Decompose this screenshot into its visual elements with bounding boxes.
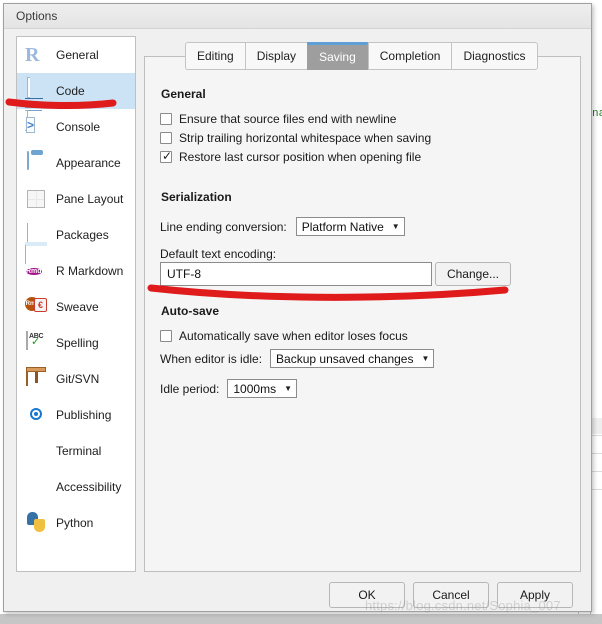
change-encoding-button[interactable]: Change... — [435, 262, 511, 286]
sidebar-item-label: R Markdown — [56, 264, 124, 278]
checkbox-row-autosave-focus[interactable]: Automatically save when editor loses foc… — [160, 329, 408, 343]
strip-whitespace-label: Strip trailing horizontal whitespace whe… — [179, 131, 432, 145]
sidebar-item-label: Publishing — [56, 408, 112, 422]
idle-action-value: Backup unsaved changes — [276, 351, 414, 366]
sidebar-item-label: Appearance — [56, 156, 121, 170]
sidebar-item-label: Python — [56, 516, 94, 530]
tab-diagnostics[interactable]: Diagnostics — [451, 42, 538, 70]
sidebar-item-spelling[interactable]: ABC ✓ Spelling — [17, 325, 135, 361]
sidebar-item-r-markdown[interactable]: Rmd R Markdown — [17, 253, 135, 289]
saving-settings-panel: General Ensure that source files end wit… — [144, 56, 581, 572]
checkbox-row-restore-cursor[interactable]: Restore last cursor position when openin… — [160, 149, 422, 164]
sidebar-item-label: Git/SVN — [56, 372, 100, 386]
sidebar-item-pane-layout[interactable]: Pane Layout — [17, 181, 135, 217]
watermark-text: https://blog.csdn.net/Sophia_007 — [365, 598, 561, 613]
console-prompt-icon: > — [26, 117, 36, 133]
sidebar-item-git-svn[interactable]: Git/SVN — [17, 361, 135, 397]
strip-whitespace-checkbox[interactable] — [160, 132, 172, 144]
chevron-down-icon: ▼ — [284, 384, 292, 393]
sweave-pdf-icon: Rnw € — [25, 296, 47, 318]
package-box-icon — [25, 223, 47, 264]
paint-bucket-icon — [25, 151, 47, 174]
idle-action-dropdown[interactable]: Backup unsaved changes ▼ — [270, 349, 435, 368]
sidebar-item-label: Sweave — [56, 300, 99, 314]
ensure-newline-checkbox[interactable] — [160, 113, 172, 125]
line-ending-value: Platform Native — [301, 219, 384, 234]
sidebar-item-python[interactable]: Python — [17, 505, 135, 541]
tab-completion[interactable]: Completion — [367, 42, 452, 70]
dialog-titlebar — [4, 4, 591, 29]
chevron-down-icon: ▼ — [391, 222, 400, 231]
sidebar-item-label: Spelling — [56, 336, 99, 350]
encoding-label: Default text encoding: — [160, 247, 277, 261]
sidebar-item-general[interactable]: R General — [17, 37, 135, 73]
code-document-icon — [25, 77, 47, 131]
sidebar-item-label: Terminal — [56, 444, 102, 458]
tab-editing[interactable]: Editing — [185, 42, 245, 70]
restore-cursor-label: Restore last cursor position when openin… — [179, 150, 422, 164]
background-list-rows — [592, 418, 602, 538]
idle-period-row: Idle period: 1000ms ▼ — [160, 379, 297, 398]
sidebar-item-appearance[interactable]: Appearance — [17, 145, 135, 181]
sidebar-item-packages[interactable]: Packages — [17, 217, 135, 264]
dialog-title: Options — [16, 9, 58, 23]
line-ending-row: Line ending conversion: Platform Native … — [160, 217, 405, 236]
sidebar-item-label: General — [56, 48, 99, 62]
section-heading-serialization: Serialization — [161, 190, 232, 204]
spellcheck-icon: ABC ✓ — [25, 331, 47, 354]
r-logo-icon: R — [25, 44, 40, 66]
tab-saving[interactable]: Saving — [307, 42, 368, 70]
tab-display[interactable]: Display — [244, 42, 308, 70]
sidebar-item-terminal[interactable]: Terminal — [17, 433, 135, 469]
idle-period-dropdown[interactable]: 1000ms ▼ — [227, 379, 297, 398]
idle-action-label: When editor is idle: — [160, 351, 263, 366]
background-bottom-strip — [0, 614, 602, 624]
sidebar-item-label: Accessibility — [56, 480, 122, 494]
sidebar-item-label: Packages — [56, 228, 109, 242]
terminal-icon — [25, 440, 47, 462]
line-ending-dropdown[interactable]: Platform Native ▼ — [295, 217, 405, 236]
background-code-fragment: na — [592, 108, 602, 120]
git-box-icon — [25, 367, 47, 390]
sidebar-item-sweave[interactable]: Rnw € Sweave — [17, 289, 135, 325]
restore-cursor-checkbox[interactable] — [160, 149, 172, 163]
publishing-icon — [25, 404, 47, 426]
sidebar-item-console[interactable]: > Console — [17, 109, 135, 145]
sidebar-item-code[interactable]: Code — [17, 73, 135, 131]
pane-grid-icon — [25, 188, 47, 210]
sidebar-item-label: Pane Layout — [56, 192, 124, 206]
line-ending-label: Line ending conversion: — [160, 219, 287, 234]
sidebar-item-label: Code — [56, 84, 85, 98]
sidebar-item-publishing[interactable]: Publishing — [17, 397, 135, 433]
section-heading-autosave: Auto-save — [161, 304, 220, 318]
sidebar-item-accessibility[interactable]: Accessibility — [17, 469, 135, 505]
python-icon — [25, 512, 47, 534]
checkbox-row-ensure-newline[interactable]: Ensure that source files end with newlin… — [160, 112, 396, 126]
sidebar-item-label: Console — [56, 120, 101, 134]
autosave-on-blur-label: Automatically save when editor loses foc… — [179, 329, 408, 343]
settings-tab-strip[interactable]: Editing Display Saving Completion Diagno… — [185, 42, 538, 70]
idle-action-row: When editor is idle: Backup unsaved chan… — [160, 349, 435, 368]
encoding-input[interactable]: UTF-8 — [160, 262, 432, 286]
autosave-on-blur-checkbox[interactable] — [160, 330, 172, 342]
accessibility-icon — [25, 476, 47, 498]
checkbox-row-strip-whitespace[interactable]: Strip trailing horizontal whitespace whe… — [160, 131, 431, 145]
ensure-newline-label: Ensure that source files end with newlin… — [179, 112, 397, 126]
section-heading-general: General — [161, 87, 206, 101]
rmd-badge-icon: Rmd — [26, 268, 42, 275]
options-dialog: Options R General Code > Console Appeara… — [3, 3, 592, 612]
chevron-down-icon: ▼ — [421, 354, 430, 363]
idle-period-value: 1000ms — [233, 381, 277, 396]
options-category-list[interactable]: R General Code > Console Appearance Pane… — [16, 36, 136, 572]
idle-period-label: Idle period: — [160, 381, 220, 396]
